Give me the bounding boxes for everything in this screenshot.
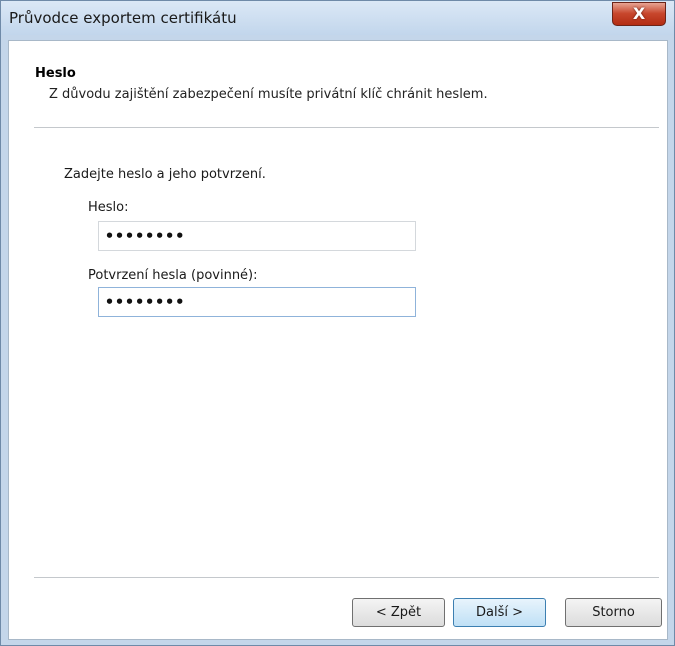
wizard-window: Průvodce exportem certifikátu X Heslo Z … [0, 0, 675, 646]
title-bar[interactable]: Průvodce exportem certifikátu X [1, 1, 674, 35]
password-field[interactable]: •••••••• [98, 221, 416, 251]
confirm-password-label: Potvrzení hesla (povinné): [88, 268, 258, 283]
form-prompt: Zadejte heslo a jeho potvrzení. [64, 167, 266, 182]
close-icon: X [632, 4, 646, 23]
footer-divider [34, 577, 659, 578]
window-title: Průvodce exportem certifikátu [9, 9, 237, 27]
back-button[interactable]: < Zpět [352, 598, 445, 627]
cancel-button[interactable]: Storno [565, 598, 662, 627]
page-title: Heslo [35, 66, 76, 81]
close-button[interactable]: X [612, 2, 666, 26]
next-button[interactable]: Další > [453, 598, 546, 627]
page-description: Z důvodu zajištění zabezpečení musíte pr… [49, 87, 488, 102]
confirm-password-field[interactable]: •••••••• [98, 287, 416, 317]
password-label: Heslo: [88, 200, 129, 215]
header-divider [34, 127, 659, 128]
wizard-content: Heslo Z důvodu zajištění zabezpečení mus… [8, 40, 668, 640]
